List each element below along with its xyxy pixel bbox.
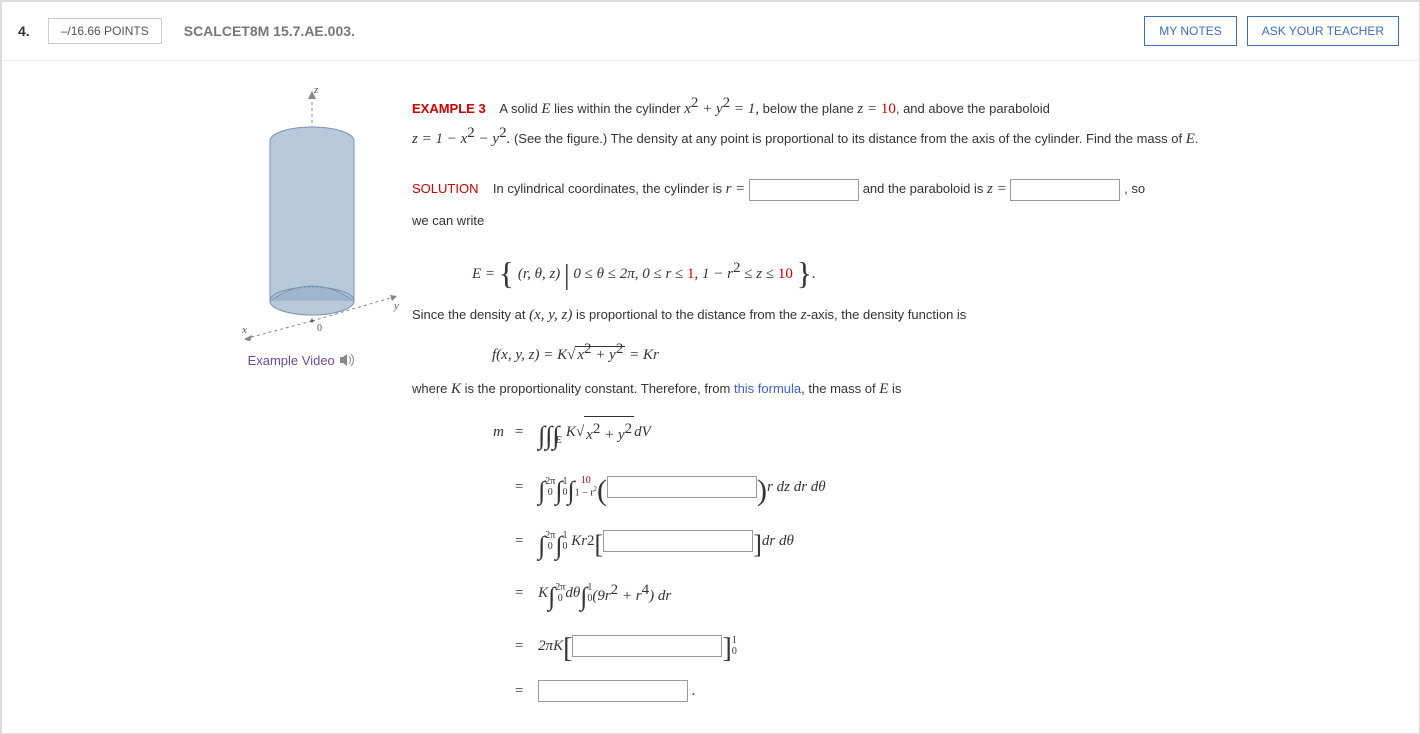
figure-column: 0 z y x Example Video [42,81,402,713]
example-statement: EXAMPLE 3 A solid E lies within the cyli… [412,91,1379,151]
we-can-write: we can write [412,211,1379,232]
blank-integrand-1[interactable] [607,476,757,498]
solution-line-1: SOLUTION In cylindrical coordinates, the… [412,177,1379,201]
points-box: –/16.66 POINTS [48,18,162,44]
mass-step-4: = K ∫2π0 dθ ∫10 (9r2 + r4) dr [472,572,1379,614]
book-reference: SCALCET8M 15.7.AE.003. [184,23,355,39]
paraboloid-equation: z = 1 − x2 − y2. [412,131,510,147]
mass-step-5: = 2πK [ ]10 [472,624,1379,669]
question-header: 4. –/16.66 POINTS SCALCET8M 15.7.AE.003.… [2,2,1419,61]
set-E-definition: E = { (r, θ, z) | 0 ≤ θ ≤ 2π, 0 ≤ r ≤ 1,… [472,242,1379,293]
solution-label: SOLUTION [412,181,478,196]
question-container: 4. –/16.66 POINTS SCALCET8M 15.7.AE.003.… [0,0,1420,734]
figure-3d: 0 z y x [222,81,402,341]
proportionality-line: where K is the proportionality constant.… [412,377,1379,401]
my-notes-button[interactable]: MY NOTES [1144,16,1236,46]
mass-step-1: m = ∫∫∫E K√x2 + y2 dV [472,411,1379,453]
axis-y-label: y [393,300,399,312]
ask-teacher-button[interactable]: ASK YOUR TEACHER [1247,16,1399,46]
problem-body: EXAMPLE 3 A solid E lies within the cyli… [402,81,1379,713]
axis-z-label: z [313,84,319,96]
mass-step-2: = ∫2π0 ∫10 ∫101 − r2 ( ) r dz dr dθ [472,463,1379,511]
blank-paraboloid-z[interactable] [1010,179,1120,201]
mass-step-3: = ∫2π0 ∫10 Kr2 [ ] dr dθ [472,521,1379,563]
this-formula-link[interactable]: this formula [734,381,801,396]
axis-origin-label: 0 [317,323,322,334]
density-description: Since the density at (x, y, z) is propor… [412,303,1379,327]
example-video-link[interactable]: Example Video [222,353,382,369]
density-function: f(x, y, z) = K√x2 + y2 = Kr [492,337,1379,367]
blank-final[interactable] [538,680,688,702]
blank-integrand-2[interactable] [603,530,753,552]
axis-x-label: x [241,324,247,336]
question-number: 4. [18,23,30,39]
cylinder-equation: x2 + y2 = 1, [684,101,759,117]
mass-step-6: = . [472,679,1379,703]
sound-icon [340,354,356,369]
blank-cylinder-r[interactable] [749,179,859,201]
blank-antiderivative[interactable] [572,635,722,657]
example-label: EXAMPLE 3 [412,101,486,116]
